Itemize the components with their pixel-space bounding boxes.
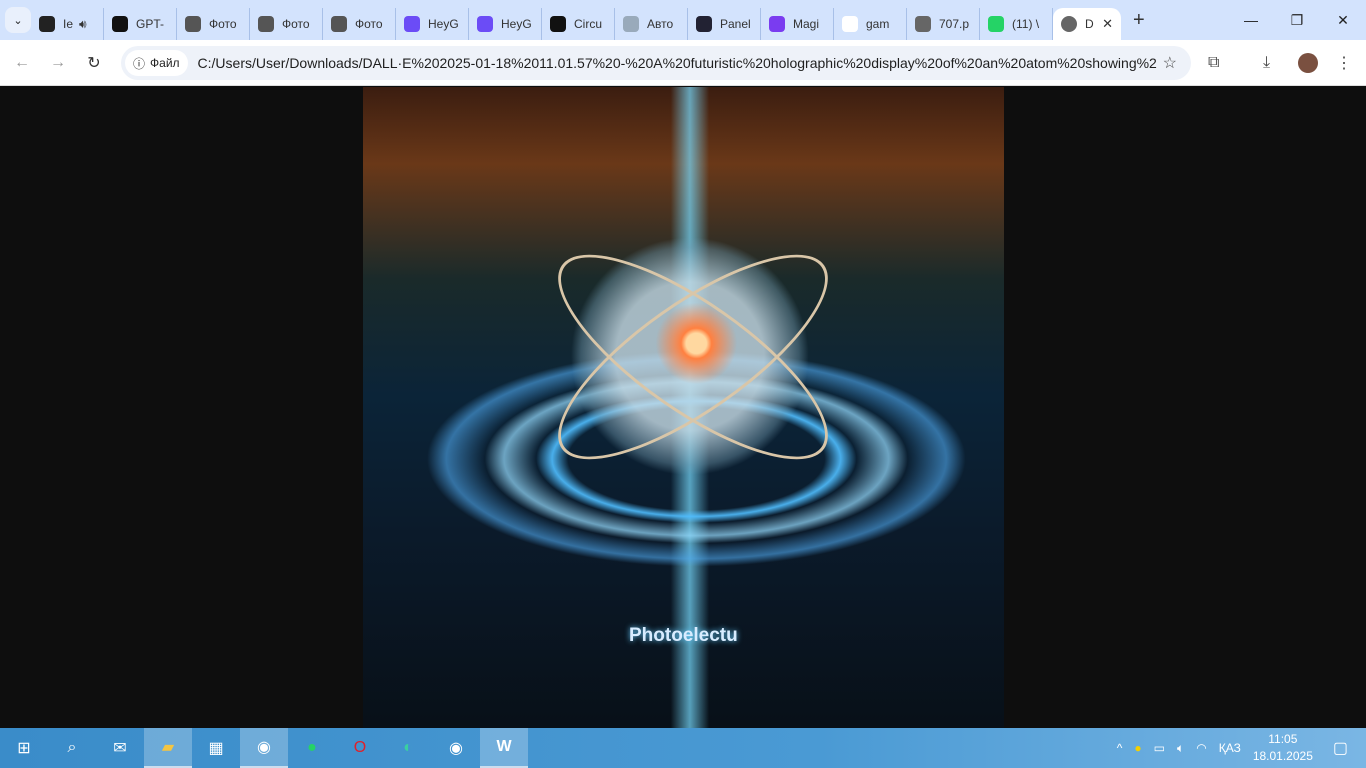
rocket-icon bbox=[39, 16, 55, 32]
openai-icon bbox=[185, 16, 201, 32]
avatar[interactable] bbox=[1298, 40, 1318, 86]
back-button[interactable]: ← bbox=[4, 54, 40, 72]
phet-icon bbox=[550, 16, 566, 32]
tab[interactable]: Фото bbox=[323, 8, 396, 40]
url-text[interactable]: C:/Users/User/Downloads/DALL·E%202025-01… bbox=[198, 55, 1158, 71]
tab-label: HeyG bbox=[428, 17, 459, 31]
reload-button[interactable]: ↻ bbox=[76, 53, 112, 73]
tab-label: Magi bbox=[793, 17, 820, 31]
tab[interactable]: Magi bbox=[761, 8, 834, 40]
start-button[interactable]: ⊞ bbox=[0, 728, 48, 768]
chevron-up-icon[interactable]: ^ bbox=[1117, 741, 1123, 755]
chrome-app[interactable]: ◉ bbox=[240, 728, 288, 768]
system-tray: ^ ● ▭ 🔈︎ ◠ ҚАЗ 11:05 18.01.2025 ▢ bbox=[1117, 728, 1366, 768]
document-icon bbox=[623, 16, 639, 32]
globe-icon bbox=[1061, 16, 1077, 32]
forward-button[interactable]: → bbox=[40, 54, 76, 72]
chrome-profile-app[interactable]: ◉ bbox=[432, 728, 480, 768]
file-explorer-app[interactable]: ▰ bbox=[144, 728, 192, 768]
extensions-icon[interactable]: ⧉ bbox=[1208, 40, 1219, 86]
tab[interactable]: 707.p bbox=[907, 8, 980, 40]
tab-label: Авто bbox=[647, 17, 674, 31]
whatsapp-icon bbox=[988, 16, 1004, 32]
google-icon bbox=[842, 16, 858, 32]
word-app[interactable]: W bbox=[480, 728, 528, 768]
language-indicator[interactable]: ҚАЗ bbox=[1219, 741, 1241, 755]
store-app[interactable]: ▦ bbox=[192, 728, 240, 768]
bookmark-star-icon[interactable]: ☆ bbox=[1163, 53, 1177, 73]
mail-app[interactable]: ✉ bbox=[96, 728, 144, 768]
tab-label: GPT- bbox=[136, 17, 165, 31]
openai-icon bbox=[258, 16, 274, 32]
close-tab-icon[interactable]: ✕ bbox=[1102, 16, 1113, 32]
tab-label: Circu bbox=[574, 17, 603, 31]
tab-bar: ⌄ Ie 🔊︎ GPT- Фото Фото Фото HeyG HeyG Circu Авто P… bbox=[0, 0, 1366, 40]
tab-label: (11) \ bbox=[1012, 17, 1040, 31]
new-tab-button[interactable]: + bbox=[1133, 9, 1145, 32]
menu-icon[interactable]: ⋮ bbox=[1336, 40, 1352, 86]
image-caption: Photoelectu bbox=[629, 625, 738, 646]
m-icon bbox=[769, 16, 785, 32]
tab-label: Panel bbox=[720, 17, 751, 31]
minimize-button[interactable]: — bbox=[1228, 0, 1274, 40]
openai-icon bbox=[112, 16, 128, 32]
tab-label: Фото bbox=[355, 17, 383, 31]
taskbar: ⊞ ⌕ ✉ ▰ ▦ ◉ ● O ◐ ◉ W ^ ● ▭ 🔈︎ ◠ ҚАЗ 11:… bbox=[0, 728, 1366, 768]
wifi-icon[interactable]: ◠ bbox=[1196, 741, 1206, 755]
tab-search-button[interactable]: ⌄ bbox=[5, 7, 31, 33]
tab-label: gam bbox=[866, 17, 890, 31]
site-info-chip[interactable]: ⓘ Файл bbox=[125, 50, 188, 76]
tab[interactable]: HeyG bbox=[469, 8, 542, 40]
search-button[interactable]: ⌕ bbox=[48, 728, 96, 768]
tab-label: Фото bbox=[209, 17, 237, 31]
tab-label: Ie bbox=[63, 17, 74, 31]
tab-label: D bbox=[1085, 17, 1094, 31]
battery-icon[interactable]: ▭ bbox=[1154, 741, 1165, 755]
atom-hologram-image: Photoelectu bbox=[363, 87, 1004, 728]
globe-icon bbox=[915, 16, 931, 32]
audio-icon[interactable]: 🔊︎ bbox=[79, 17, 87, 32]
info-icon: ⓘ bbox=[133, 56, 146, 71]
tab-label: Фото bbox=[282, 17, 310, 31]
openai-icon bbox=[331, 16, 347, 32]
g-icon bbox=[696, 16, 712, 32]
tab[interactable]: (11) \ bbox=[980, 8, 1053, 40]
tab-label: 707.p bbox=[939, 17, 970, 31]
browser-toolbar: ← → ↻ ⓘ Файл C:/Users/User/Downloads/DALL… bbox=[0, 40, 1366, 86]
opera-app[interactable]: O bbox=[336, 728, 384, 768]
date: 18.01.2025 bbox=[1252, 749, 1313, 763]
address-bar[interactable]: ⓘ Файл C:/Users/User/Downloads/DALL·E%202… bbox=[121, 46, 1191, 80]
tab[interactable]: Ie 🔊︎ bbox=[31, 8, 104, 40]
chip-label: Файл bbox=[150, 56, 180, 70]
tab[interactable]: GPT- bbox=[104, 8, 177, 40]
tab[interactable]: Фото bbox=[250, 8, 323, 40]
clock[interactable]: 11:05 18.01.2025 bbox=[1253, 731, 1313, 765]
antivirus-icon[interactable]: ● bbox=[1134, 741, 1141, 755]
volume-icon[interactable]: 🔈︎ bbox=[1177, 741, 1184, 756]
tab[interactable]: HeyG bbox=[396, 8, 469, 40]
tab-active[interactable]: D ✕ bbox=[1053, 8, 1121, 40]
tab[interactable]: gam bbox=[834, 8, 907, 40]
restore-button[interactable]: ❐ bbox=[1274, 0, 1320, 40]
time: 11:05 bbox=[1268, 732, 1298, 746]
edge-app[interactable]: ◐ bbox=[384, 728, 432, 768]
tab[interactable]: Фото bbox=[177, 8, 250, 40]
page-content: Photoelectu bbox=[0, 87, 1366, 728]
tab-label: HeyG bbox=[501, 17, 532, 31]
tab[interactable]: Circu bbox=[542, 8, 615, 40]
close-window-button[interactable]: ✕ bbox=[1320, 0, 1366, 40]
play-icon bbox=[477, 16, 493, 32]
whatsapp-app[interactable]: ● bbox=[288, 728, 336, 768]
tab[interactable]: Panel bbox=[688, 8, 761, 40]
notifications-icon[interactable]: ▢ bbox=[1333, 738, 1348, 758]
play-icon bbox=[404, 16, 420, 32]
tab[interactable]: Авто bbox=[615, 8, 688, 40]
download-icon[interactable]: ⤓ bbox=[1263, 40, 1270, 86]
